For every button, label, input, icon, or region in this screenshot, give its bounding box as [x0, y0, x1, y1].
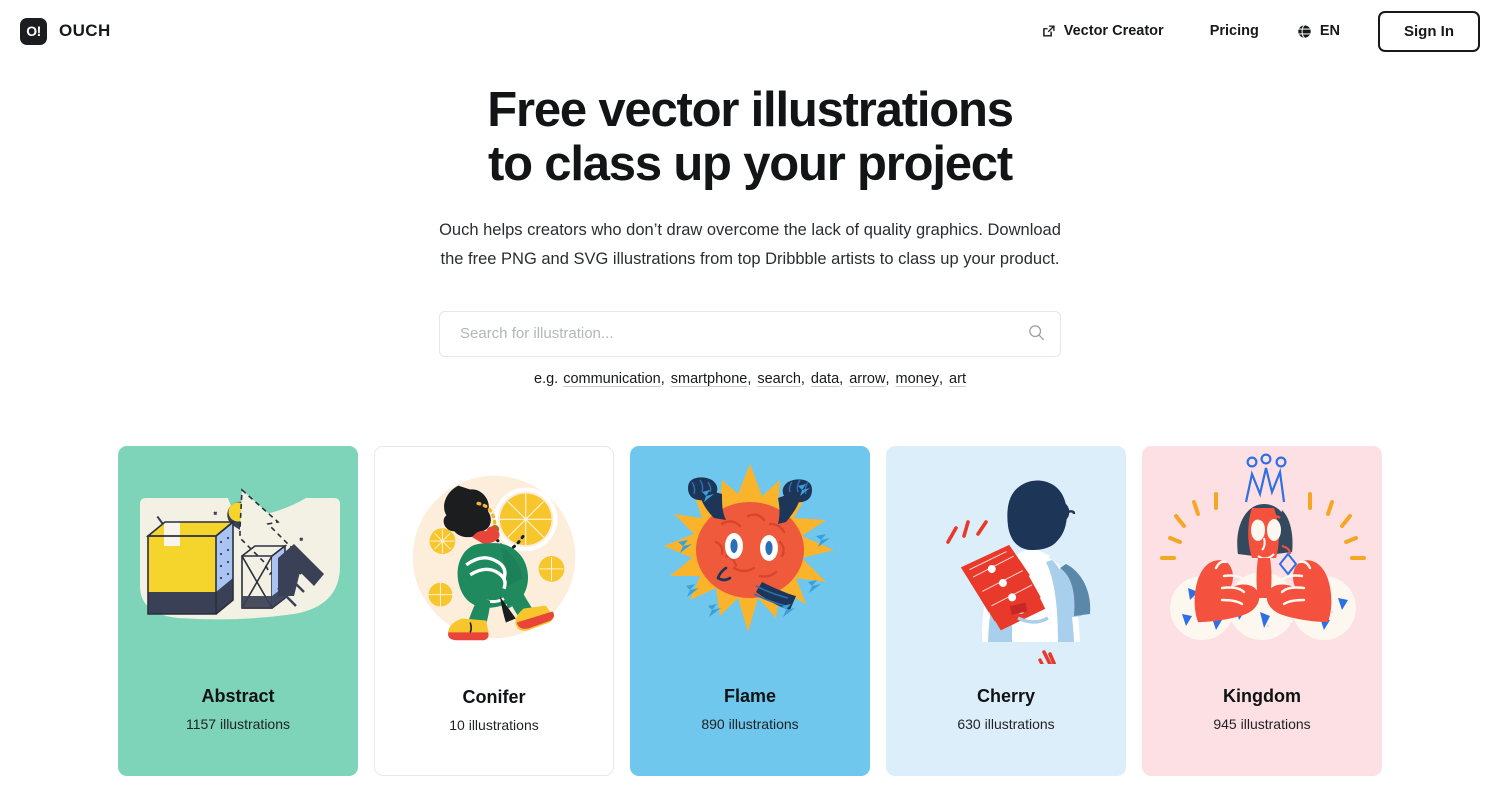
collection-card-flame[interactable]: Flame 890 illustrations: [630, 445, 870, 776]
card-title: Conifer: [462, 686, 526, 707]
collection-card-abstract[interactable]: Abstract 1157 illustrations: [118, 445, 358, 776]
nav-item-vector-creator[interactable]: Vector Creator: [1042, 23, 1164, 39]
card-count: 1157 illustrations: [185, 715, 291, 732]
suggestion-money[interactable]: money: [895, 371, 939, 387]
page-title-line-2: to class up your project: [488, 136, 1013, 191]
globe-icon: [1297, 24, 1312, 39]
card-count: 10 illustrations: [449, 716, 539, 733]
card-title: Abstract: [201, 685, 275, 706]
suggestion-arrow[interactable]: arrow: [849, 371, 885, 387]
brand-logo[interactable]: O! OUCH: [20, 17, 111, 45]
card-title: Cherry: [976, 685, 1036, 706]
suggestion-data[interactable]: data: [811, 371, 839, 387]
collection-cards: Abstract 1157 illustrations Conifer 10 i…: [0, 445, 1500, 776]
collection-artwork-flame: [630, 446, 870, 664]
collection-artwork-abstract: [118, 446, 358, 664]
suggestion-separator: ,: [747, 370, 752, 387]
language-label: EN: [1319, 23, 1340, 39]
search-suggestions: e.g. communication, smartphone, search, …: [439, 371, 1061, 387]
nav-label-pricing: Pricing: [1209, 23, 1259, 39]
language-switcher[interactable]: EN: [1297, 23, 1340, 39]
suggestion-communication[interactable]: communication: [563, 371, 661, 387]
collection-artwork-kingdom: [1142, 446, 1382, 664]
site-header: O! OUCH Vector Creator Pricing EN Sign I…: [0, 0, 1500, 62]
suggestion-search[interactable]: search: [757, 371, 801, 387]
card-title: Kingdom: [1223, 685, 1301, 706]
suggestion-separator: ,: [660, 370, 665, 387]
logo-glyph: O!: [26, 23, 41, 39]
suggestions-prefix: e.g.: [534, 370, 559, 387]
nav-item-pricing[interactable]: Pricing: [1210, 23, 1259, 39]
collection-card-kingdom[interactable]: Kingdom 945 illustrations: [1142, 445, 1382, 776]
card-count: 630 illustrations: [957, 715, 1055, 732]
external-link-icon: [1042, 24, 1056, 38]
collection-card-conifer[interactable]: Conifer 10 illustrations: [374, 445, 614, 776]
hero-subtitle: Ouch helps creators who don’t draw overc…: [439, 220, 1061, 268]
nav-label-vector-creator: Vector Creator: [1063, 23, 1164, 39]
search-section: e.g. communication, smartphone, search, …: [439, 310, 1061, 387]
brand-name: OUCH: [59, 21, 111, 40]
ouch-logo-icon: O!: [20, 17, 47, 45]
collection-artwork-conifer: [375, 447, 613, 665]
search-input[interactable]: [440, 311, 1060, 356]
suggestion-separator: ,: [939, 370, 944, 387]
page-title: Free vector illustrations to class up yo…: [0, 83, 1500, 192]
card-count: 945 illustrations: [1213, 715, 1311, 732]
collection-card-cherry[interactable]: Cherry 630 illustrations: [886, 445, 1126, 776]
suggestion-art[interactable]: art: [949, 371, 966, 387]
card-count: 890 illustrations: [701, 715, 799, 732]
main-nav: Vector Creator Pricing EN Sign In: [1042, 10, 1480, 52]
search-box[interactable]: [439, 310, 1061, 357]
hero-section: Free vector illustrations to class up yo…: [0, 62, 1500, 387]
search-icon: [1027, 323, 1046, 345]
page-title-line-1: Free vector illustrations: [487, 83, 1014, 137]
suggestion-separator: ,: [800, 370, 805, 387]
suggestion-separator: ,: [839, 370, 844, 387]
collection-artwork-cherry: [886, 446, 1126, 664]
card-title: Flame: [723, 685, 777, 706]
suggestion-smartphone[interactable]: smartphone: [671, 371, 748, 387]
suggestion-separator: ,: [885, 370, 890, 387]
sign-in-button[interactable]: Sign In: [1378, 10, 1480, 52]
search-submit-button[interactable]: [1026, 324, 1046, 344]
